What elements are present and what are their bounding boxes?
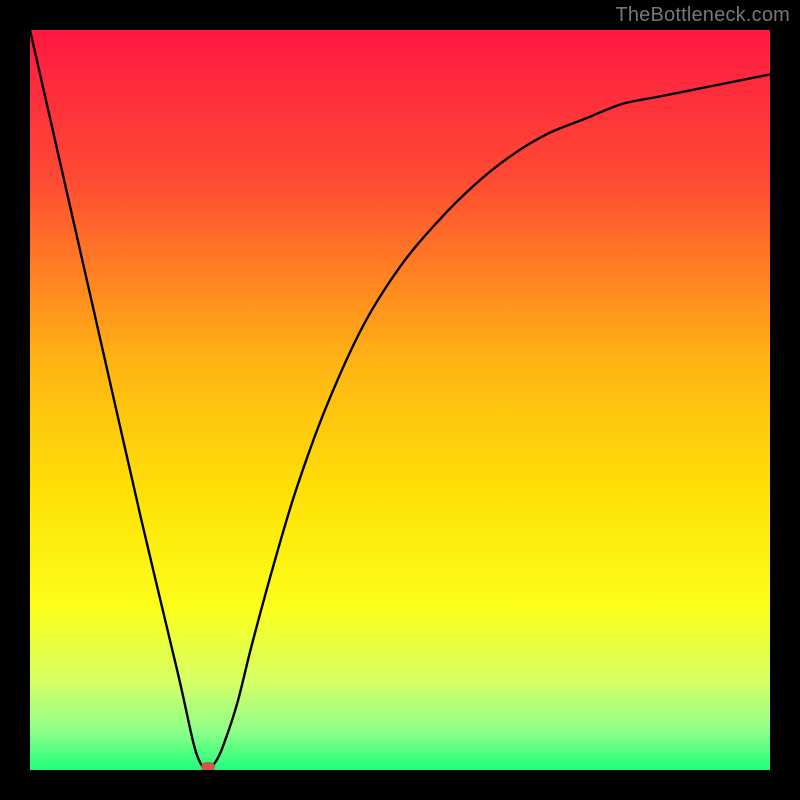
optimal-point-marker <box>201 762 215 770</box>
bottleneck-curve <box>30 30 770 770</box>
chart-frame: TheBottleneck.com <box>0 0 800 800</box>
plot-area <box>30 30 770 770</box>
watermark-text: TheBottleneck.com <box>615 4 790 27</box>
